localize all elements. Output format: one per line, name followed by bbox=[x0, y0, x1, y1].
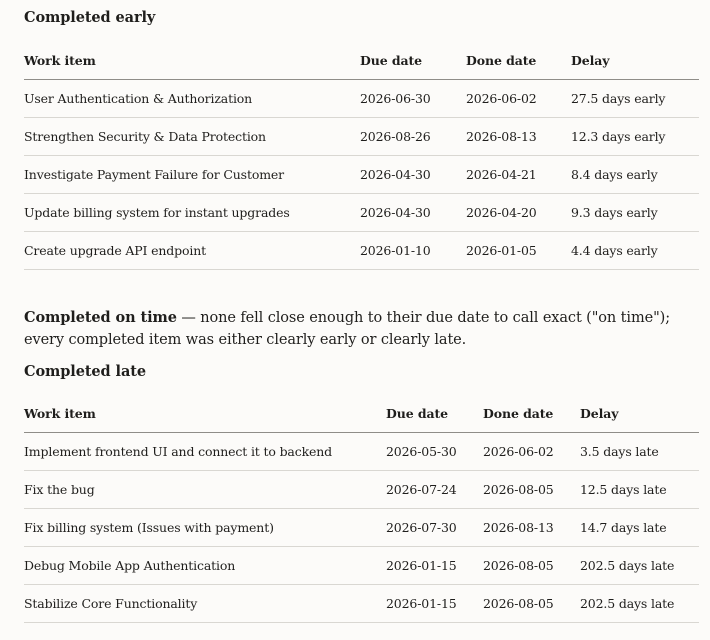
table-row: User Authentication & Authorization 2026… bbox=[24, 79, 699, 118]
column-header-delay: Delay bbox=[580, 395, 699, 433]
done-date-cell: 2026-08-05 bbox=[483, 470, 580, 509]
table-row: Create upgrade API endpoint 2026-01-10 2… bbox=[24, 231, 699, 270]
delay-cell: 12.3 days early bbox=[571, 117, 699, 156]
due-date-cell: 2026-01-10 bbox=[360, 231, 466, 270]
delay-cell: 3.5 days late bbox=[580, 432, 699, 471]
done-date-cell: 2026-06-02 bbox=[483, 432, 580, 471]
due-date-cell: 2026-04-30 bbox=[360, 193, 466, 232]
work-item-cell: Update billing system for instant upgrad… bbox=[24, 193, 360, 232]
completed-early-table: Work item Due date Done date Delay User … bbox=[24, 42, 699, 270]
table-row: Fix the bug 2026-07-24 2026-08-05 12.5 d… bbox=[24, 470, 699, 509]
table-row: Implement frontend UI and connect it to … bbox=[24, 432, 699, 471]
completed-late-table: Work item Due date Done date Delay Imple… bbox=[24, 395, 699, 623]
due-date-cell: 2026-06-30 bbox=[360, 79, 466, 118]
work-item-cell: Strengthen Security & Data Protection bbox=[24, 117, 360, 156]
done-date-cell: 2026-04-20 bbox=[466, 193, 571, 232]
table-header-row: Work item Due date Done date Delay bbox=[24, 395, 699, 433]
delay-cell: 9.3 days early bbox=[571, 193, 699, 232]
work-item-cell: Debug Mobile App Authentication bbox=[24, 546, 386, 585]
due-date-cell: 2026-07-24 bbox=[386, 470, 483, 509]
due-date-cell: 2026-01-15 bbox=[386, 584, 483, 623]
delay-cell: 14.7 days late bbox=[580, 508, 699, 547]
completed-late-heading: Completed late bbox=[24, 363, 146, 380]
due-date-cell: 2026-01-15 bbox=[386, 546, 483, 585]
column-header-work-item: Work item bbox=[24, 42, 360, 80]
done-date-cell: 2026-08-13 bbox=[483, 508, 580, 547]
delay-cell: 202.5 days late bbox=[580, 584, 699, 623]
completed-on-time-label: Completed on time bbox=[24, 309, 177, 326]
work-item-cell: Create upgrade API endpoint bbox=[24, 231, 360, 270]
work-item-cell: User Authentication & Authorization bbox=[24, 79, 360, 118]
work-item-cell: Fix billing system (Issues with payment) bbox=[24, 508, 386, 547]
column-header-due-date: Due date bbox=[386, 395, 483, 433]
done-date-cell: 2026-04-21 bbox=[466, 155, 571, 194]
table-row: Strengthen Security & Data Protection 20… bbox=[24, 117, 699, 156]
work-item-cell: Implement frontend UI and connect it to … bbox=[24, 432, 386, 471]
due-date-cell: 2026-04-30 bbox=[360, 155, 466, 194]
completed-on-time-paragraph: Completed on time — none fell close enou… bbox=[24, 307, 694, 351]
table-row: Investigate Payment Failure for Customer… bbox=[24, 155, 699, 194]
delay-cell: 4.4 days early bbox=[571, 231, 699, 270]
completed-early-heading: Completed early bbox=[24, 9, 156, 26]
due-date-cell: 2026-08-26 bbox=[360, 117, 466, 156]
delay-cell: 8.4 days early bbox=[571, 155, 699, 194]
done-date-cell: 2026-01-05 bbox=[466, 231, 571, 270]
done-date-cell: 2026-08-05 bbox=[483, 546, 580, 585]
delay-cell: 27.5 days early bbox=[571, 79, 699, 118]
done-date-cell: 2026-08-13 bbox=[466, 117, 571, 156]
due-date-cell: 2026-07-30 bbox=[386, 508, 483, 547]
delay-cell: 12.5 days late bbox=[580, 470, 699, 509]
table-row: Update billing system for instant upgrad… bbox=[24, 193, 699, 232]
report-document: Completed early Work item Due date Done … bbox=[0, 0, 710, 640]
done-date-cell: 2026-06-02 bbox=[466, 79, 571, 118]
due-date-cell: 2026-05-30 bbox=[386, 432, 483, 471]
work-item-cell: Fix the bug bbox=[24, 470, 386, 509]
work-item-cell: Investigate Payment Failure for Customer bbox=[24, 155, 360, 194]
table-row: Stabilize Core Functionality 2026-01-15 … bbox=[24, 584, 699, 623]
column-header-delay: Delay bbox=[571, 42, 699, 80]
column-header-due-date: Due date bbox=[360, 42, 466, 80]
delay-cell: 202.5 days late bbox=[580, 546, 699, 585]
column-header-done-date: Done date bbox=[483, 395, 580, 433]
table-row: Debug Mobile App Authentication 2026-01-… bbox=[24, 546, 699, 585]
column-header-work-item: Work item bbox=[24, 395, 386, 433]
table-row: Fix billing system (Issues with payment)… bbox=[24, 508, 699, 547]
work-item-cell: Stabilize Core Functionality bbox=[24, 584, 386, 623]
done-date-cell: 2026-08-05 bbox=[483, 584, 580, 623]
table-header-row: Work item Due date Done date Delay bbox=[24, 42, 699, 80]
column-header-done-date: Done date bbox=[466, 42, 571, 80]
